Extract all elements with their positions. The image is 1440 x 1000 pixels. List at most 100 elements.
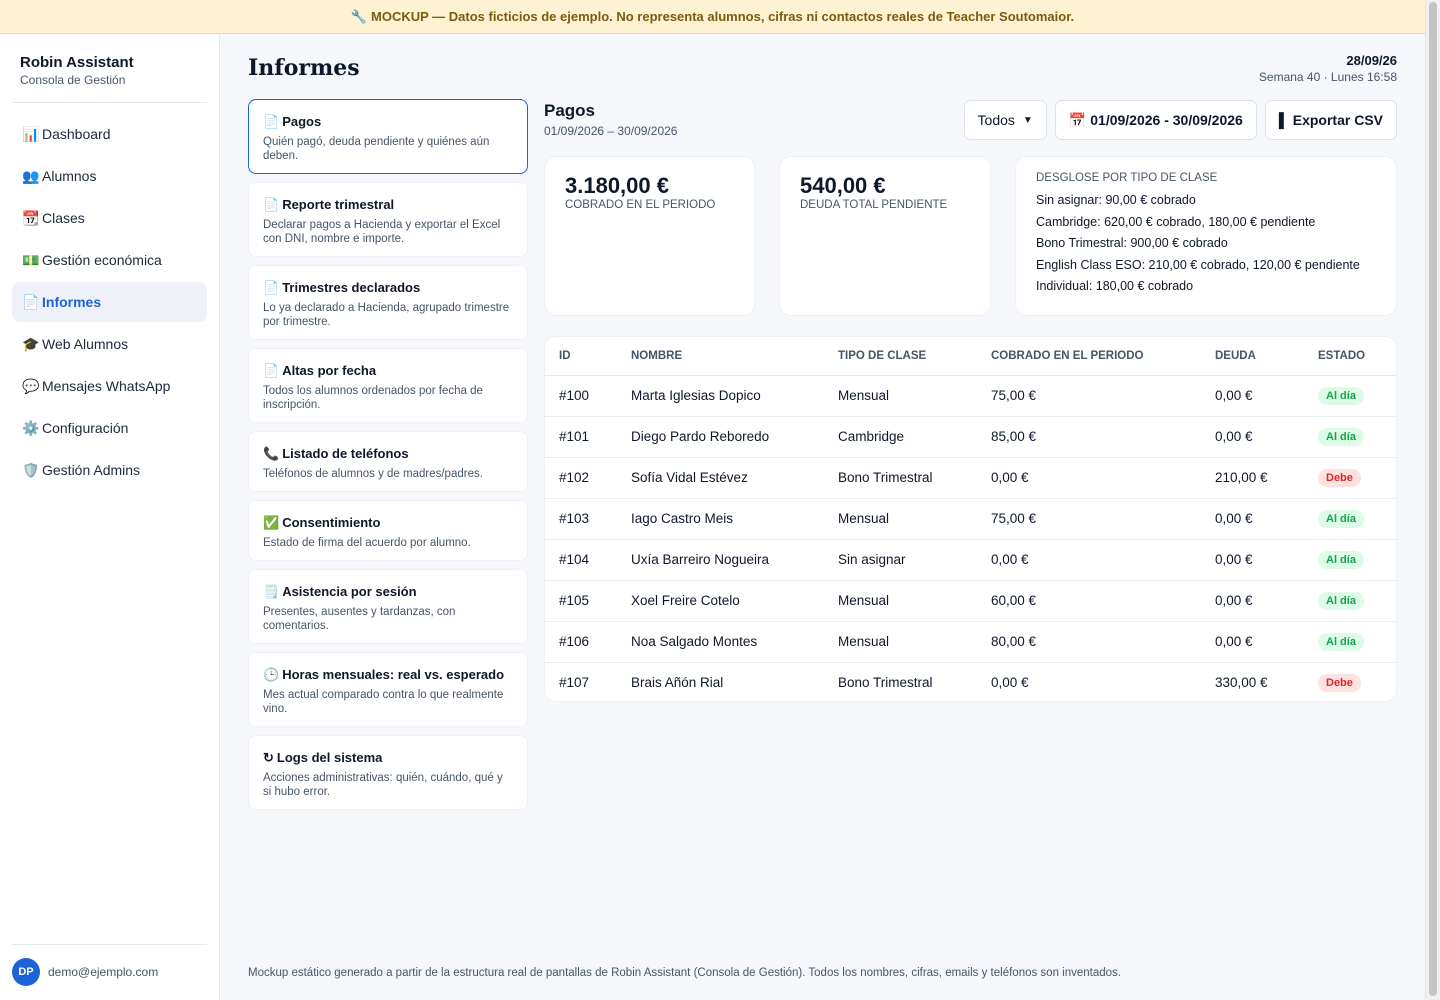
cell-debt: 0,00 €	[1201, 498, 1304, 540]
cell-debt: 0,00 €	[1201, 621, 1304, 663]
cell-paid: 0,00 €	[991, 675, 1029, 691]
report-card-listado-telefonos[interactable]: 📞 Listado de teléfonos Teléfonos de alumno…	[248, 431, 528, 492]
sidebar-item-dashboard[interactable]: 📊 Dashboard	[12, 114, 207, 154]
table-row[interactable]: #103 Iago Castro Meis Mensual 75,00 €0,00 €…	[545, 498, 1396, 540]
sidebar-item-web-alumnos[interactable]: 🎓 Web Alumnos	[12, 324, 207, 364]
cell-debt: 0,00 €	[1201, 375, 1304, 417]
report-card-consentimiento[interactable]: ✅ Consentimiento Estado de firma del acuer…	[248, 500, 528, 561]
report-card-logs[interactable]: ↻ Logs del sistema Acciones administrativa…	[248, 735, 528, 810]
column-header-tipo[interactable]: Tipo de clase	[824, 337, 977, 376]
table-row[interactable]: #102 Sofía Vidal Estévez Bono Trimestral 0,…	[545, 457, 1396, 499]
report-title: Listado de teléfonos	[282, 446, 409, 461]
sidebar-item-mensajes-whatsapp[interactable]: 💬 Mensajes WhatsApp	[12, 366, 207, 406]
sidebar-item-configuracion[interactable]: ⚙️ Configuración	[12, 408, 207, 448]
report-card-altas-por-fecha[interactable]: 📄 Altas por fecha Todos los alumnos ordena…	[248, 348, 528, 423]
clock-icon: 🕒	[263, 667, 280, 682]
sidebar-item-informes[interactable]: 📄 Informes	[12, 282, 207, 322]
cell-paid: 80,00 €	[977, 621, 1201, 663]
section-title: Pagos	[544, 101, 596, 120]
bar-chart-icon: 📊	[22, 125, 40, 142]
document-icon: 📄	[263, 363, 280, 378]
date-range-value: 01/09/2026 - 30/09/2026	[1090, 112, 1243, 128]
shield-icon: 🛡️	[22, 461, 40, 478]
cell-name: Iago Castro Meis	[617, 498, 824, 540]
table-row[interactable]: #107 Brais Añón Rial Bono Trimestral 0,00 €…	[545, 662, 1396, 701]
payments-table: ID Nombre Tipo de clase Cobrado en el pe…	[544, 336, 1397, 702]
document-icon: 📄	[263, 114, 280, 129]
column-header-nombre[interactable]: Nombre	[617, 337, 824, 376]
report-list: 📄 Pagos Quién pagó, deuda pendiente y quié…	[248, 99, 528, 818]
document-icon: 📄	[22, 293, 40, 310]
report-description: Todos los alumnos ordenados por fecha de…	[263, 385, 483, 411]
avatar: DP	[12, 958, 40, 986]
report-title: Logs del sistema	[276, 750, 383, 765]
sidebar-item-gestion-economica[interactable]: 💵 Gestión económica	[12, 240, 207, 280]
current-date: 28/09/26	[1346, 53, 1397, 68]
cell-name: Brais Añón Rial	[631, 675, 724, 691]
user-account[interactable]: DP demo@ejemplo.com	[12, 958, 158, 986]
report-toolbar: Todos ▼ 📅 01/09/2026 - 30/09/2026 ▌ Exporta…	[963, 100, 1397, 140]
cell-id: #104	[545, 539, 617, 581]
cell-id: #100	[545, 375, 617, 417]
sidebar-item-alumnos[interactable]: 👥 Alumnos	[12, 156, 207, 196]
export-label: Exportar CSV	[1292, 112, 1383, 128]
table-row[interactable]: #100 Marta Iglesias Dopico Mensual 75,00 €0…	[545, 375, 1396, 417]
cell-debt: 0,00 €	[1201, 580, 1304, 622]
cell-type: Sin asignar	[824, 539, 977, 581]
column-header-deuda[interactable]: Deuda	[1201, 337, 1304, 376]
cell-type: Mensual	[824, 580, 977, 622]
cell-id: #107	[559, 675, 590, 691]
report-description: Quién pagó, deuda pendiente y quiénes aú…	[263, 136, 490, 162]
cell-debt: 0,00 €	[1201, 539, 1304, 581]
report-card-horas-mensuales[interactable]: 🕒 Horas mensuales: real vs. esperado Mes a…	[248, 652, 528, 727]
report-description: Declarar pagos a Hacienda y exportar el …	[263, 219, 501, 245]
page-scrollbar[interactable]	[1425, 0, 1440, 1000]
status-badge: Al día	[1318, 550, 1364, 569]
breakdown-row: Bono Trimestral: 900,00 € cobrado	[1036, 236, 1228, 250]
scrollbar-thumb[interactable]	[1429, 2, 1437, 996]
sidebar-item-label: Gestión Admins	[42, 462, 141, 478]
sidebar-nav: 📊 Dashboard 👥 Alumnos 📆 Clases 💵 Gestión eco…	[12, 114, 207, 492]
status-badge: Al día	[1318, 591, 1364, 610]
report-card-pagos[interactable]: 📄 Pagos Quién pagó, deuda pendiente y quié…	[248, 99, 528, 174]
breakdown-row: Individual: 180,00 € cobrado	[1036, 279, 1194, 293]
cell-id: #103	[545, 498, 617, 540]
chevron-down-icon: ▼	[1022, 114, 1033, 126]
table-row[interactable]: #106 Noa Salgado Montes Mensual 80,00 €0,00…	[545, 621, 1396, 663]
breakdown-title: Desglose por tipo de clase	[1036, 172, 1218, 184]
table-row[interactable]: #101 Diego Pardo Reboredo Cambridge 85,00 €…	[545, 416, 1396, 458]
stat-label: Cobrado en el periodo	[565, 199, 716, 211]
cell-name: Marta Iglesias Dopico	[617, 375, 824, 417]
date-range-picker[interactable]: 📅 01/09/2026 - 30/09/2026	[1054, 100, 1257, 140]
cell-name: Uxía Barreiro Nogueira	[617, 539, 824, 581]
column-header-cobrado[interactable]: Cobrado en el periodo	[977, 337, 1201, 376]
report-card-asistencia[interactable]: 🗒️ Asistencia por sesión Presentes, ausent…	[248, 569, 528, 644]
document-icon: 📄	[263, 197, 280, 212]
column-header-estado[interactable]: Estado	[1304, 337, 1396, 376]
cell-type: Bono Trimestral	[824, 457, 977, 499]
table-row[interactable]: #104 Uxía Barreiro Nogueira Sin asignar 0,0…	[545, 539, 1396, 581]
stat-label: Deuda total pendiente	[800, 199, 948, 211]
status-badge: Al día	[1318, 386, 1364, 405]
cell-paid: 75,00 €	[977, 498, 1201, 540]
report-card-reporte-trimestral[interactable]: 📄 Reporte trimestral Declarar pagos a Haci…	[248, 182, 528, 257]
cell-type: Cambridge	[824, 416, 977, 458]
page-title: Informes	[248, 55, 360, 81]
sidebar-item-clases[interactable]: 📆 Clases	[12, 198, 207, 238]
cell-name: Sofía Vidal Estévez	[617, 457, 824, 499]
section-header: Pagos 01/09/2026 – 30/09/2026	[544, 101, 677, 138]
export-csv-button[interactable]: ▌ Exportar CSV	[1264, 100, 1397, 140]
sidebar-item-gestion-admins[interactable]: 🛡️ Gestión Admins	[12, 450, 207, 490]
table-row[interactable]: #105 Xoel Freire Cotelo Mensual 60,00 €0,00…	[545, 580, 1396, 622]
stat-value: 540,00 €	[800, 173, 886, 198]
report-card-trimestres-declarados[interactable]: 📄 Trimestres declarados Lo ya declarado a …	[248, 265, 528, 340]
app-name: Robin Assistant	[20, 54, 134, 71]
column-header-id[interactable]: ID	[545, 337, 617, 376]
breakdown-row: Sin asignar: 90,00 € cobrado	[1036, 193, 1196, 207]
cell-id: #102	[545, 457, 617, 499]
status-badge: Al día	[1318, 427, 1364, 446]
status-filter-select[interactable]: Todos ▼	[963, 100, 1047, 140]
report-title: Asistencia por sesión	[282, 584, 417, 599]
report-title: Reporte trimestral	[282, 197, 395, 212]
calendar-icon: 📅	[1068, 111, 1087, 128]
